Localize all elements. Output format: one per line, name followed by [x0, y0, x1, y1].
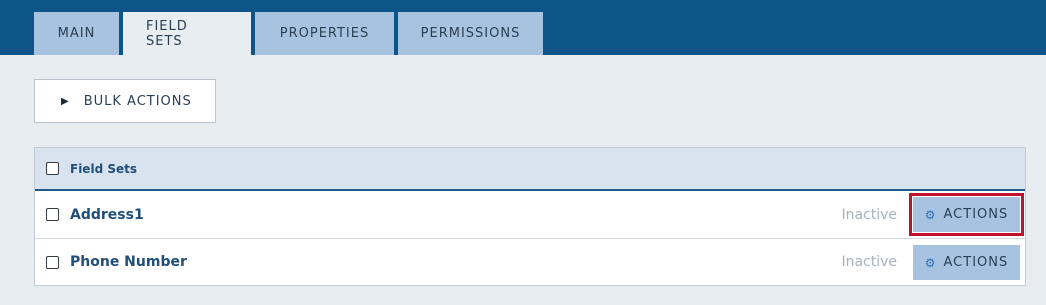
tab-bar: MAIN FIELD SETS PROPERTIES PERMISSIONS [34, 12, 543, 55]
gear-icon: ⚙ [924, 207, 937, 222]
field-sets-table: Field Sets Address1 Inactive ⚙ ACTIONS P… [34, 147, 1026, 286]
tab-field-sets-label: FIELD SETS [146, 18, 188, 49]
status-text: Inactive [841, 206, 897, 223]
actions-button[interactable]: ⚙ ACTIONS [913, 245, 1020, 280]
tab-field-sets[interactable]: FIELD SETS [123, 12, 251, 55]
table-header: Field Sets [35, 148, 1025, 191]
tab-main-label: MAIN [57, 26, 96, 41]
row-checkbox[interactable] [46, 255, 59, 269]
bulk-actions-button[interactable]: ▶ BULK ACTIONS [34, 79, 216, 123]
select-all-checkbox[interactable] [46, 162, 59, 175]
actions-label: ACTIONS [943, 207, 1009, 222]
tab-main[interactable]: MAIN [34, 12, 119, 55]
bulk-actions-label: BULK ACTIONS [83, 93, 192, 109]
table-row: Address1 Inactive ⚙ ACTIONS [35, 191, 1025, 238]
tab-properties-label: PROPERTIES [279, 26, 370, 41]
gear-icon: ⚙ [924, 255, 937, 270]
tab-permissions[interactable]: PERMISSIONS [398, 12, 543, 55]
actions-button[interactable]: ⚙ ACTIONS [909, 193, 1024, 236]
play-icon: ▶ [61, 95, 70, 107]
table-row: Phone Number Inactive ⚙ ACTIONS [35, 238, 1025, 285]
table-header-label: Field Sets [70, 161, 137, 176]
row-checkbox[interactable] [46, 208, 59, 221]
field-set-name[interactable]: Phone Number [70, 254, 187, 270]
tab-properties[interactable]: PROPERTIES [255, 12, 394, 55]
status-text: Inactive [841, 254, 897, 270]
actions-label: ACTIONS [943, 255, 1009, 270]
tab-permissions-label: PERMISSIONS [420, 26, 521, 41]
field-set-name[interactable]: Address1 [70, 207, 144, 223]
